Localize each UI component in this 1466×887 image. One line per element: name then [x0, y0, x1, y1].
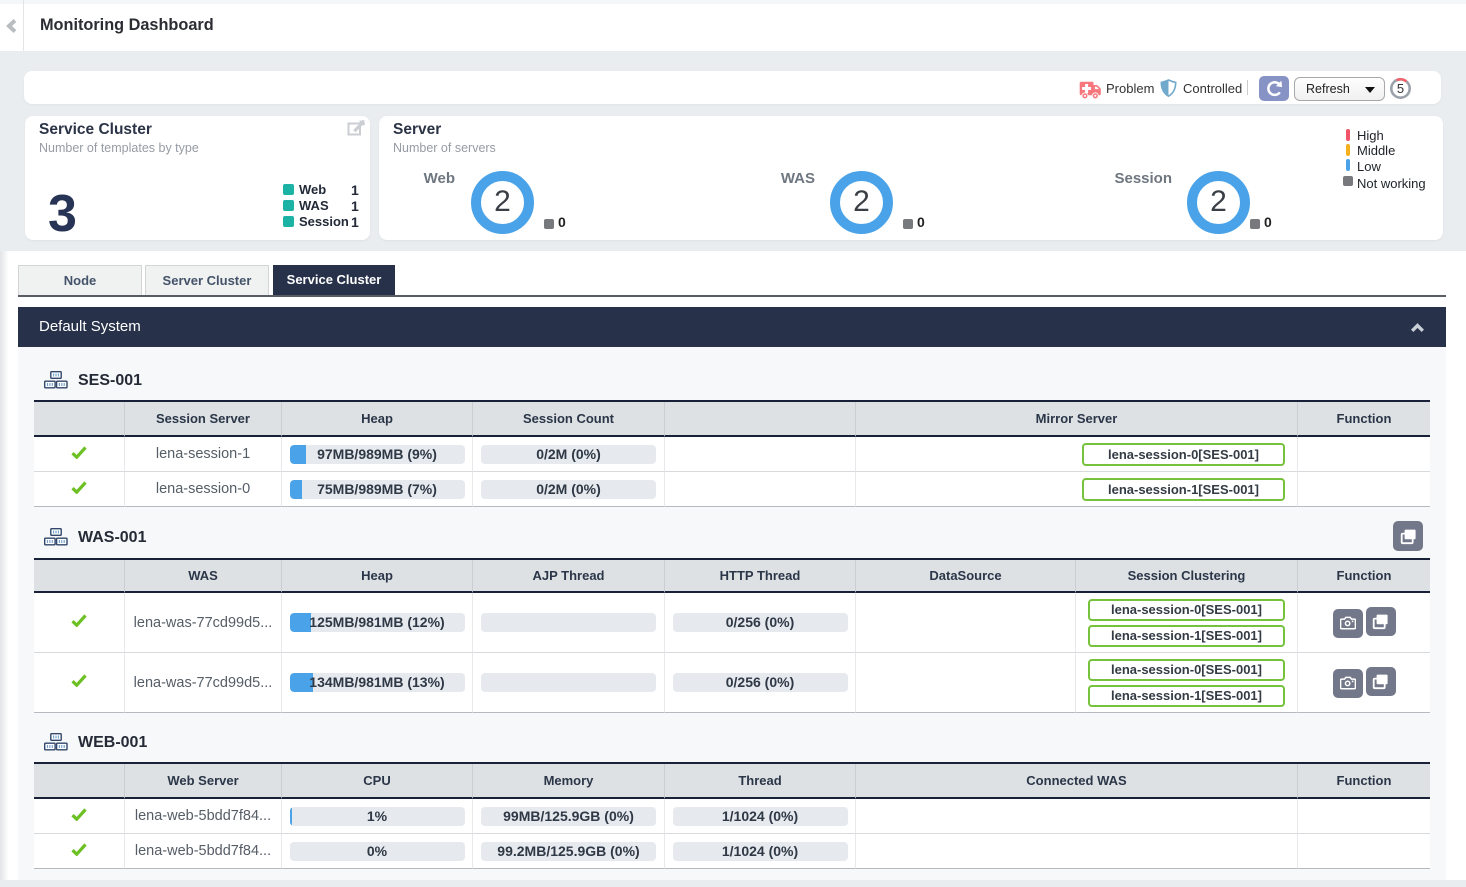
svg-text:5: 5: [1397, 81, 1404, 96]
